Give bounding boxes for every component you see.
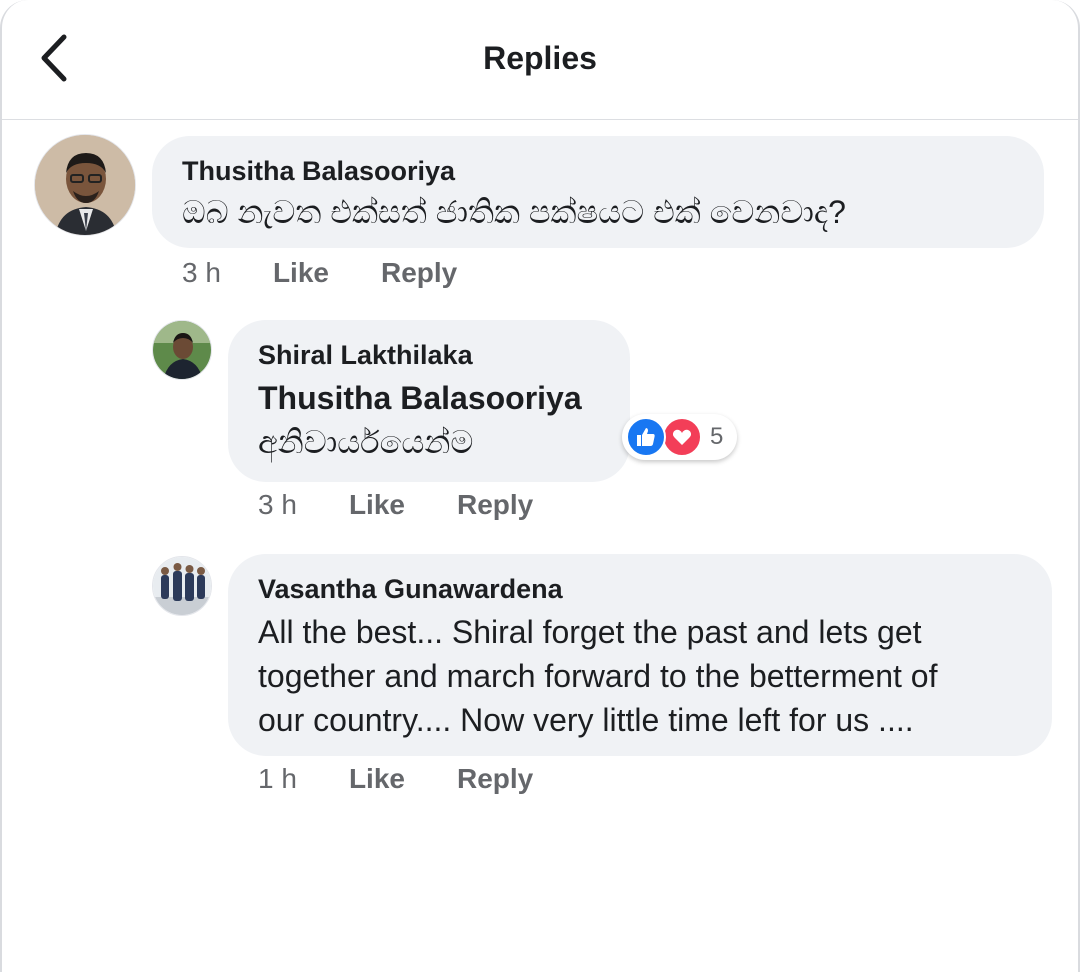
comment-author[interactable]: Vasantha Gunawardena bbox=[258, 572, 1022, 606]
avatar[interactable] bbox=[152, 556, 212, 616]
like-icon bbox=[626, 417, 666, 457]
comment-text-line: All the best... Shiral forget the past a… bbox=[258, 614, 922, 650]
comment-text-line: our country.... Now very little time lef… bbox=[258, 702, 914, 738]
comment-time[interactable]: 1 h bbox=[258, 762, 297, 796]
comment-bubble[interactable]: Vasantha Gunawardena All the best... Shi… bbox=[228, 554, 1052, 756]
replies-screen: Replies Thusitha Balasooriya ඔබ නැවත එක්… bbox=[0, 0, 1080, 972]
love-icon bbox=[662, 417, 702, 457]
comment-actions: 1 h Like Reply bbox=[258, 762, 533, 796]
comment-text-line: together and march forward to the better… bbox=[258, 658, 938, 694]
reply-button[interactable]: Reply bbox=[457, 762, 533, 796]
comment-vasantha: Vasantha Gunawardena All the best... Shi… bbox=[2, 0, 1078, 820]
like-button[interactable]: Like bbox=[349, 762, 405, 796]
avatar-photo bbox=[153, 557, 211, 615]
